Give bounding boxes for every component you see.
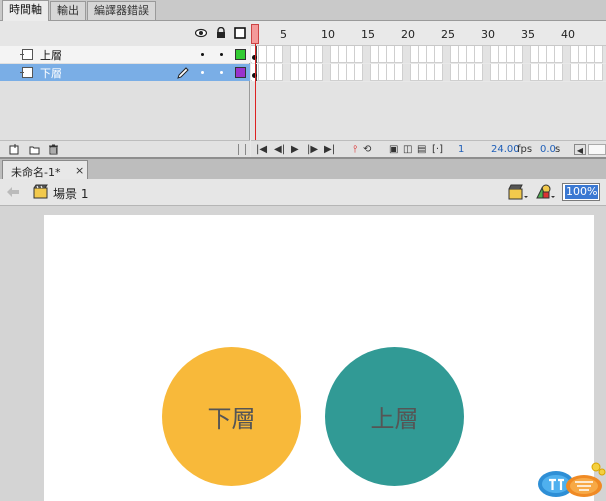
- go-last-frame-icon[interactable]: ▶|: [324, 144, 335, 155]
- layer-icon: [20, 67, 33, 78]
- frames-row-bottom[interactable]: [251, 64, 606, 81]
- ithome-watermark-logo: [538, 462, 606, 497]
- zoom-field[interactable]: 100%: [562, 183, 600, 201]
- lock-icon[interactable]: [215, 27, 227, 39]
- edit-bar: 場景 1 100%: [0, 179, 606, 206]
- circle-label: 下層: [207, 405, 256, 433]
- layer-color-box[interactable]: [235, 67, 246, 78]
- splitter-handle[interactable]: [238, 144, 246, 155]
- onion-skin-icon[interactable]: ▣: [389, 144, 398, 155]
- scene-label[interactable]: 場景 1: [53, 185, 88, 202]
- timeline-controls: |◀ ◀| ▶ |▶ ▶| ⫯ ⟲ ▣ ◫ ▤ [·] 1 24.00 fps …: [251, 140, 606, 157]
- document-tab-bar: 未命名-1* ×: [0, 157, 606, 181]
- play-icon[interactable]: ▶: [291, 144, 299, 155]
- scene-icon: [33, 184, 48, 199]
- frame-number: 15: [361, 28, 375, 41]
- eye-icon[interactable]: [195, 27, 207, 39]
- fps-unit: fps: [517, 144, 533, 155]
- onion-markers-icon[interactable]: [·]: [432, 144, 443, 155]
- visibility-dot[interactable]: [201, 53, 204, 56]
- frame-number: 35: [521, 28, 535, 41]
- trash-icon[interactable]: [48, 144, 59, 155]
- center-frame-icon[interactable]: ⫯: [353, 144, 357, 155]
- frame-number: 40: [561, 28, 575, 41]
- frames-row-top[interactable]: [251, 46, 606, 63]
- horizontal-scrollbar[interactable]: [588, 144, 606, 155]
- layer-row-top[interactable]: 上層: [0, 46, 250, 63]
- pasteboard: 下層 上層: [0, 207, 606, 501]
- layer-row-bottom[interactable]: 下層: [0, 64, 250, 81]
- layer-color-box[interactable]: [235, 49, 246, 60]
- timeline-panel: 上層 下層 5 10 15 20 25 30 35 40 |◀ ◀| ▶ |▶ …: [0, 21, 606, 157]
- playhead[interactable]: [251, 24, 259, 44]
- close-icon[interactable]: ×: [75, 164, 84, 177]
- new-layer-icon[interactable]: [9, 144, 20, 155]
- layer-toolbar: [0, 140, 250, 157]
- zoom-value[interactable]: 100%: [565, 185, 599, 199]
- lock-dot[interactable]: [220, 71, 223, 74]
- current-frame[interactable]: 1: [458, 144, 464, 155]
- document-tab[interactable]: 未命名-1* ×: [2, 160, 88, 181]
- frame-number: 25: [441, 28, 455, 41]
- elapsed-time[interactable]: 0.0: [540, 144, 556, 155]
- onion-outline-icon[interactable]: ◫: [403, 144, 412, 155]
- tab-timeline[interactable]: 時間軸: [2, 0, 49, 21]
- frames-grid[interactable]: [251, 46, 606, 82]
- panel-tab-bar: 時間軸 輸出 編譯器錯誤: [0, 0, 606, 21]
- step-back-icon[interactable]: ◀|: [274, 144, 285, 155]
- frame-number: 5: [280, 28, 287, 41]
- frame-ruler[interactable]: 1 5 10 15 20 25 30 35 40: [251, 21, 606, 46]
- frame-number: 20: [401, 28, 415, 41]
- layers-pane: 上層 下層: [0, 21, 250, 157]
- top-layer-circle[interactable]: 上層: [325, 347, 464, 486]
- frames-pane: 1 5 10 15 20 25 30 35 40: [251, 21, 606, 157]
- pencil-icon: [177, 67, 189, 79]
- layer-name[interactable]: 上層: [40, 47, 62, 63]
- loop-icon[interactable]: ⟲: [363, 144, 371, 155]
- fps-value[interactable]: 24.00: [491, 144, 520, 155]
- layer-header: [0, 21, 250, 46]
- edit-scene-icon[interactable]: [507, 183, 529, 201]
- document-title[interactable]: 未命名-1*: [11, 164, 60, 180]
- outline-icon[interactable]: [234, 27, 246, 39]
- tab-output[interactable]: 輸出: [50, 1, 86, 20]
- circle-label: 上層: [370, 405, 419, 433]
- go-first-frame-icon[interactable]: |◀: [256, 144, 267, 155]
- frame-number: 30: [481, 28, 495, 41]
- tab-compiler-errors[interactable]: 編譯器錯誤: [87, 1, 156, 20]
- frame-number: 10: [321, 28, 335, 41]
- scroll-left-icon[interactable]: ◀: [574, 144, 586, 155]
- visibility-dot[interactable]: [201, 71, 204, 74]
- edit-multiple-icon[interactable]: ▤: [417, 144, 426, 155]
- stage-canvas[interactable]: 下層 上層: [44, 215, 594, 501]
- layer-name[interactable]: 下層: [40, 65, 62, 81]
- frames-empty-area: [251, 82, 606, 140]
- back-arrow-icon[interactable]: [6, 186, 20, 198]
- bottom-layer-circle[interactable]: 下層: [162, 347, 301, 486]
- new-folder-icon[interactable]: [29, 144, 40, 155]
- step-forward-icon[interactable]: |▶: [307, 144, 318, 155]
- elapsed-unit: s: [555, 144, 561, 155]
- layer-icon: [20, 49, 33, 60]
- lock-dot[interactable]: [220, 53, 223, 56]
- edit-symbols-icon[interactable]: [534, 183, 556, 201]
